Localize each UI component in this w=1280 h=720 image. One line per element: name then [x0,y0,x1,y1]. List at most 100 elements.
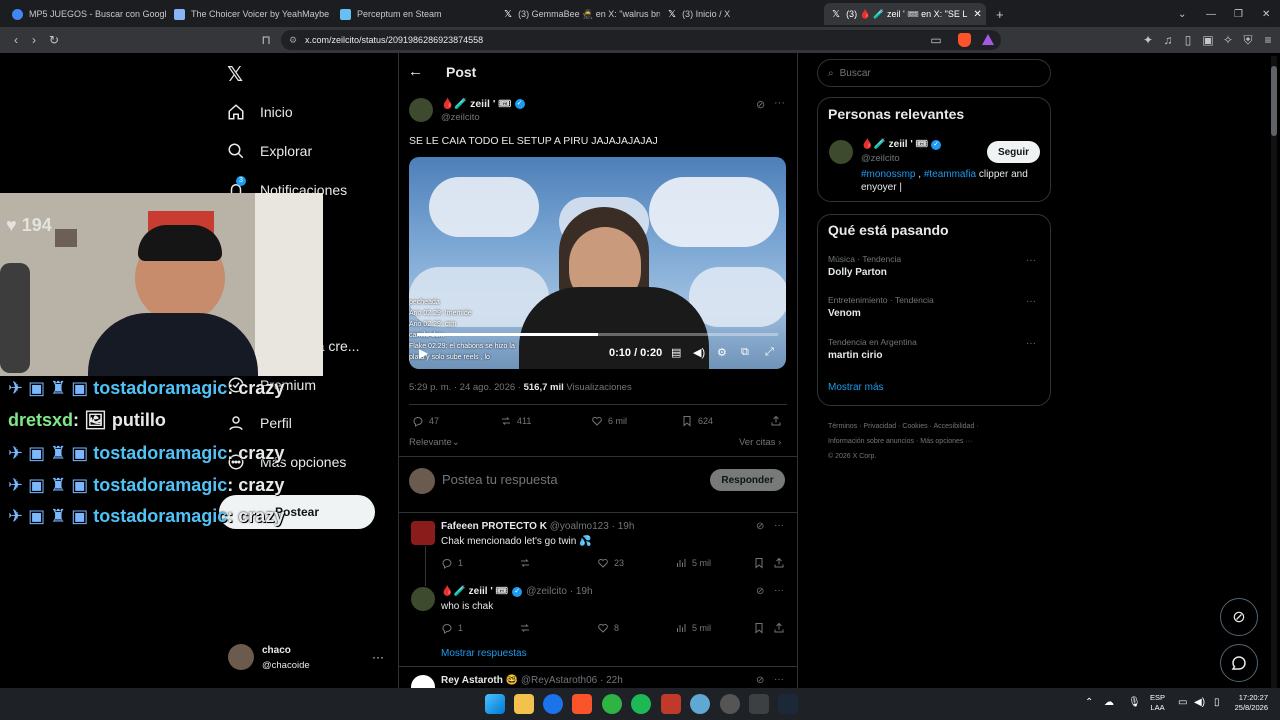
reply-author-name[interactable]: 🩸🧪 zeiil ' 🎟 [441,586,508,597]
trend-more-icon[interactable]: ··· [1026,338,1036,349]
sort-dropdown[interactable]: Relevante⌄ [409,437,460,448]
menu-icon[interactable]: ≡ [1260,32,1276,48]
messages-button[interactable] [1220,644,1258,682]
captions-icon[interactable]: ▤ [671,346,681,359]
follow-button[interactable]: Seguir [987,141,1040,163]
reply-more-icon[interactable]: ··· [774,520,784,531]
app-icon[interactable] [661,694,681,714]
footer-link[interactable]: Información sobre anuncios [828,438,914,445]
spotify-icon[interactable] [631,694,651,714]
tab-gemmabee[interactable]: 𝕏 (3) GemmaBee 🥷 en X: "walrus brut [496,3,660,25]
obs-icon[interactable] [720,694,740,714]
bing-icon[interactable] [543,694,563,714]
share-action[interactable] [773,557,785,569]
repost-action[interactable] [519,557,531,569]
grok-icon[interactable]: ⊘ [756,521,764,532]
vpn-icon[interactable]: ⛨ [1240,32,1256,48]
footer-link[interactable]: Accesibilidad [933,423,974,430]
forward-icon[interactable]: › [26,32,42,48]
x-logo[interactable]: 𝕏 [227,62,243,87]
trend-more-icon[interactable]: ··· [1026,296,1036,307]
nav-perfil[interactable]: Perfil [226,413,292,433]
relevant-user[interactable]: 🩸🧪 zeiil ' 🎟 ✓ [861,139,942,150]
scrollbar[interactable] [1271,56,1277,688]
like-action[interactable]: 6 mil [591,415,627,427]
tray-cloud-icon[interactable]: ☁ [1104,697,1114,708]
reply-author-avatar[interactable] [411,587,435,611]
leo-ai-icon[interactable]: ✧ [1220,32,1236,48]
reply-action[interactable]: 1 [441,557,463,569]
post-video[interactable]: pecheada Ario 02.29: !memide Ario 02.29:… [409,157,786,369]
reply-input[interactable]: Postea tu respuesta [442,472,558,487]
tab-inicio[interactable]: 𝕏 (3) Inicio / X [660,3,824,25]
volume-icon[interactable]: ◀) [693,346,705,359]
grok-icon[interactable]: ⊘ [756,586,764,597]
back-arrow-icon[interactable]: ← [408,63,423,80]
file-explorer-icon[interactable] [514,694,534,714]
windows-start-icon[interactable] [485,694,505,714]
share-action[interactable] [773,622,785,634]
trend-more-icon[interactable]: ··· [1026,255,1036,266]
footer-link[interactable]: Cookies [902,423,927,430]
fullscreen-icon[interactable]: ⤢ [765,346,774,359]
wallet-icon[interactable]: ▣ [1200,32,1216,48]
grok-icon[interactable]: ⊘ [756,98,765,111]
footer-link[interactable]: Términos [828,423,857,430]
network-icon[interactable]: ▭ [1178,697,1187,708]
like-action[interactable]: 8 [597,622,619,634]
avatar[interactable] [228,644,254,670]
trend-item[interactable]: Tendencia en Argentina martin cirio [828,337,917,361]
show-more-link[interactable]: Mostrar más [828,382,884,393]
reply-author-name[interactable]: Rey Astaroth 🤓 [441,675,518,686]
trend-item[interactable]: Música · Tendencia Dolly Parton [828,254,901,278]
footer-link[interactable]: Más opciones ··· [920,438,972,445]
sidebar-icon[interactable]: ▯ [1180,32,1196,48]
brave-icon[interactable] [572,694,592,714]
search-bar[interactable]: ⌕ Buscar [817,59,1051,87]
clock[interactable]: 17:20:27 25/8/2026 [1228,693,1268,713]
grok-button[interactable]: ⊘ [1220,598,1258,636]
tab-steam[interactable]: Perceptum en Steam [332,3,496,25]
footer-link[interactable]: Privacidad [863,423,896,430]
reload-icon[interactable]: ↻ [46,32,62,48]
nav-explorar[interactable]: Explorar [226,141,312,161]
grok-icon[interactable]: ⊘ [756,675,764,686]
tab-choicer[interactable]: The Choicer Voicer by YeahMaybe [166,3,332,25]
language-indicator[interactable]: ESP LAA [1150,693,1165,713]
tab-google[interactable]: MP5 JUEGOS - Buscar con Google [4,3,166,25]
relevant-avatar[interactable] [829,140,853,164]
show-replies-link[interactable]: Mostrar respuestas [441,648,527,659]
bio-hashtag[interactable]: #monossmp [861,169,915,180]
maximize-icon[interactable]: ❐ [1226,3,1251,25]
repost-action[interactable]: 411 [500,415,531,427]
back-icon[interactable]: ‹ [8,32,24,48]
pip-icon[interactable]: ⧉ [741,346,749,359]
reply-more-icon[interactable]: ··· [774,674,784,685]
settings-icon[interactable]: ⚙ [717,346,727,359]
steam-icon[interactable] [778,694,798,714]
app-icon[interactable] [602,694,622,714]
media-icon[interactable]: ♫ [1160,32,1176,48]
search-input[interactable]: Buscar [840,68,871,79]
views-action[interactable]: 5 mil [675,622,711,634]
share-action[interactable] [770,415,782,427]
play-icon[interactable]: ▶ [419,346,428,360]
tray-chevron-icon[interactable]: ⌃ [1085,697,1093,708]
video-progress-track[interactable] [417,333,778,336]
bookmark-action[interactable] [753,622,765,634]
account-more-icon[interactable]: ··· [372,650,384,664]
site-info-icon[interactable]: ⚙ [289,35,297,46]
nav-inicio[interactable]: Inicio [226,102,293,122]
battery-icon[interactable]: ▯ [1214,697,1220,708]
cast-icon[interactable]: ▭ [928,32,944,48]
like-action[interactable]: 23 [597,557,624,569]
close-window-icon[interactable]: ✕ [1254,3,1278,25]
close-tab-icon[interactable]: ✕ [973,9,981,20]
minimize-icon[interactable]: — [1198,3,1224,25]
reply-action[interactable]: 47 [412,415,439,427]
scrollbar-thumb[interactable] [1271,66,1277,136]
reply-button[interactable]: Responder [710,469,785,491]
bookmark-page-icon[interactable]: ⊓ [258,32,274,48]
bookmark-action[interactable]: 624 [681,415,713,427]
extensions-icon[interactable]: ✦ [1140,32,1156,48]
